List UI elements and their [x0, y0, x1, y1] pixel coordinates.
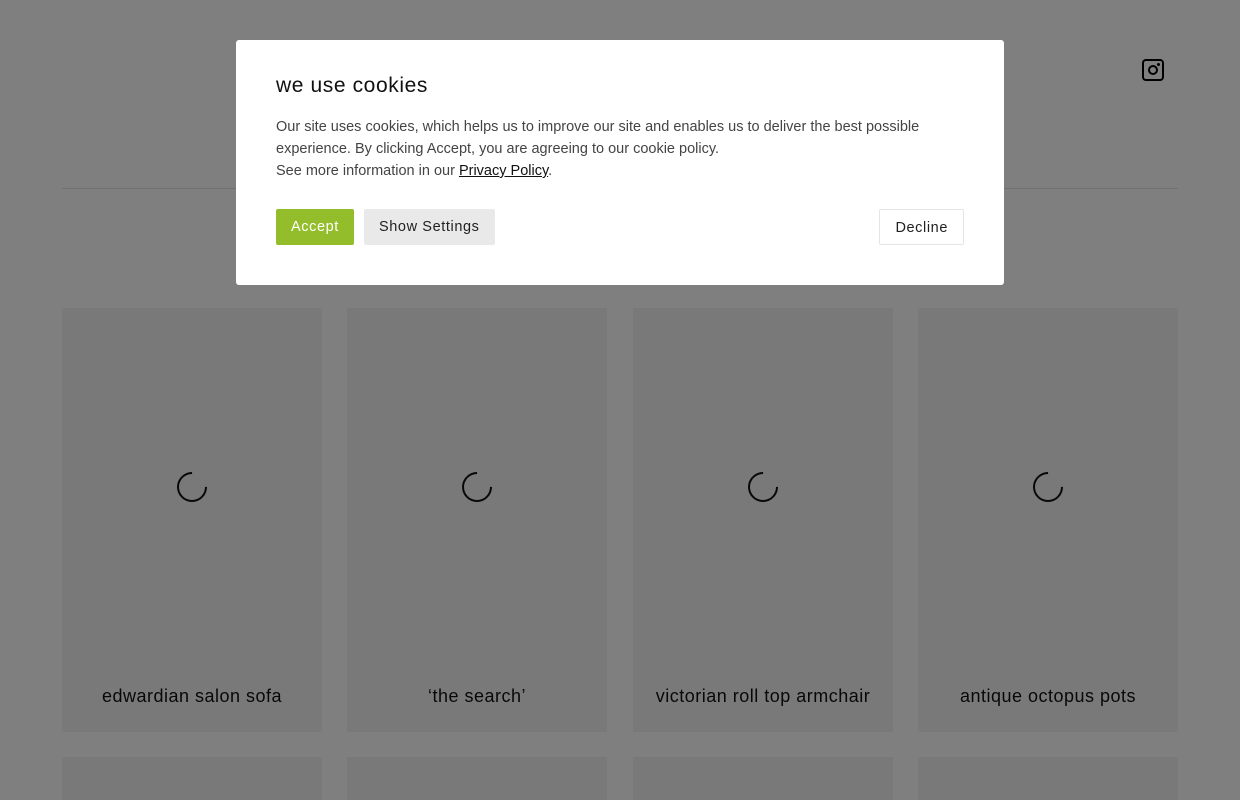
decline-button[interactable]: Decline	[879, 209, 964, 245]
cookie-more-info: See more information in our Privacy Poli…	[276, 160, 964, 182]
accept-button[interactable]: Accept	[276, 209, 354, 245]
cookie-dialog-actions: Accept Show Settings Decline	[276, 209, 964, 245]
cookie-consent-dialog: we use cookies Our site uses cookies, wh…	[236, 40, 1004, 285]
page: edwardian salon sofa ‘the search’ victor…	[0, 0, 1240, 800]
show-settings-button[interactable]: Show Settings	[364, 209, 495, 245]
cookie-policy-description: Our site uses cookies, which helps us to…	[276, 119, 920, 157]
cookie-dialog-text: Our site uses cookies, which helps us to…	[276, 116, 964, 182]
cookie-dialog-title: we use cookies	[276, 74, 428, 97]
privacy-policy-link[interactable]: Privacy Policy	[459, 163, 548, 179]
more-info-suffix: .	[548, 163, 553, 179]
more-info-prefix: See more information in our	[276, 163, 459, 179]
